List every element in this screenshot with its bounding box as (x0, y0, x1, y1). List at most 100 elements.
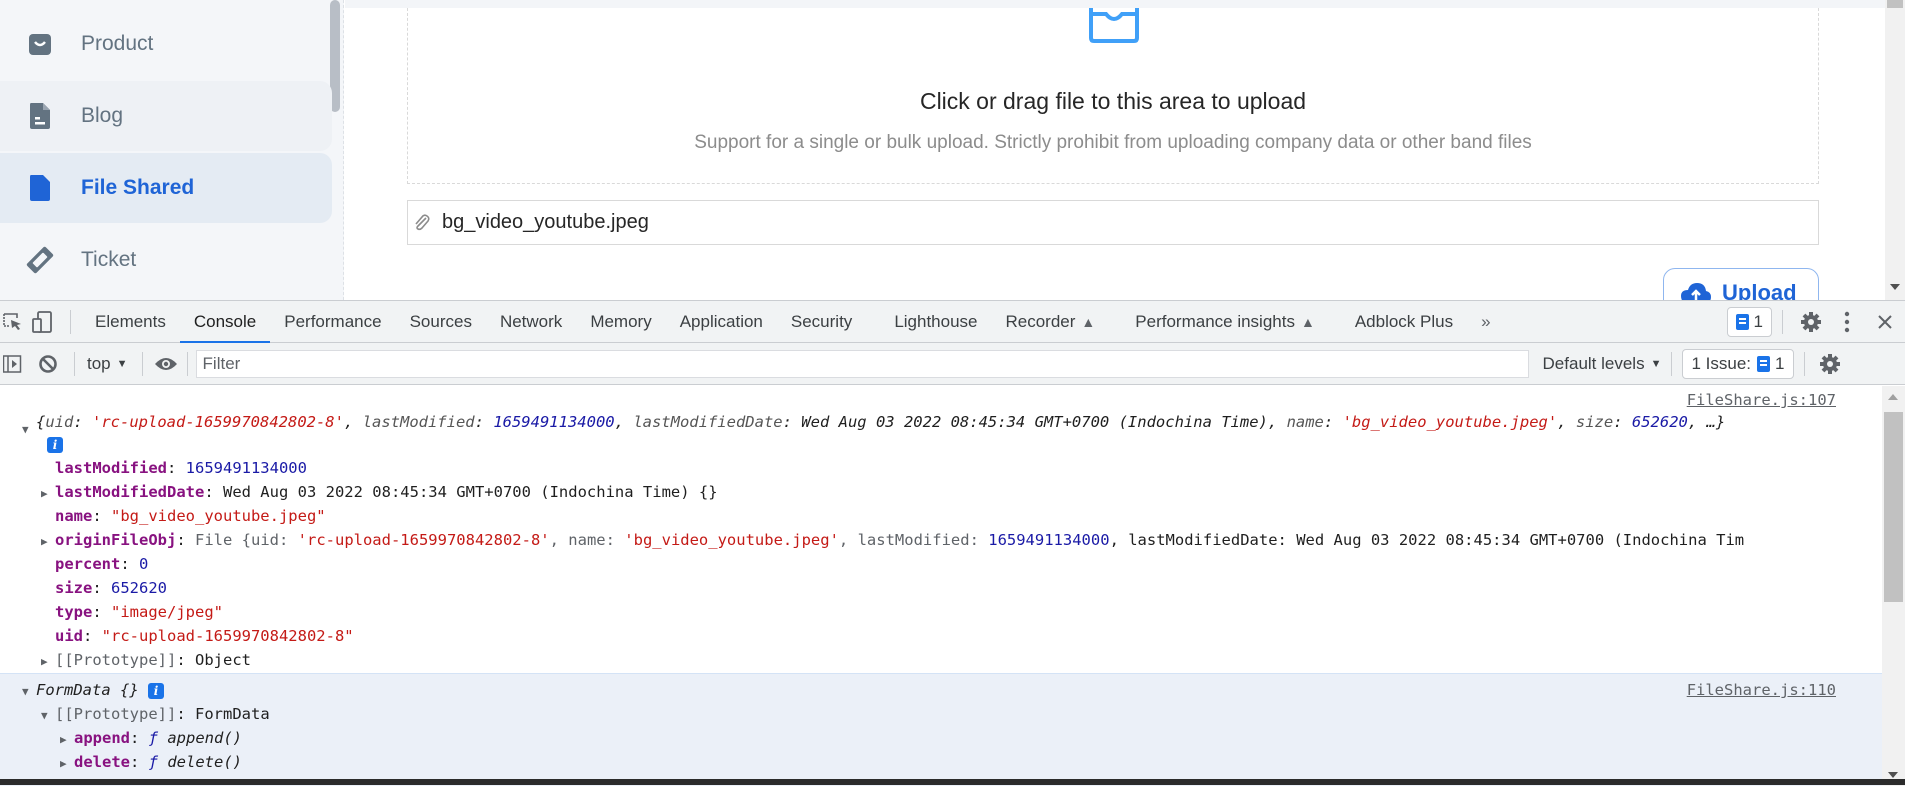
console-scrollbar[interactable] (1882, 386, 1905, 786)
app-window: Product Blog File Shared Ticket Click or… (0, 0, 1905, 300)
tab-security[interactable]: Security (777, 301, 866, 343)
issues-count: 1 (1753, 312, 1763, 331)
tab-label: Recorder (1005, 311, 1076, 331)
object-summary[interactable]: ▼ {uid: 'rc-upload-1659970842802-8', last… (22, 410, 1725, 436)
method-row[interactable]: ▶ delete: ƒ delete() (60, 750, 242, 774)
tab-label: Console (193, 311, 257, 331)
levels-label: Default levels (1542, 353, 1645, 373)
sidebar-item-product[interactable]: Product (0, 9, 332, 79)
formdata-summary[interactable]: ▼ FormData {} i (22, 678, 164, 702)
upload-button[interactable]: Upload (1663, 268, 1819, 300)
tab-label: Memory (590, 311, 652, 331)
expand-arrow-icon[interactable]: ▶ (60, 728, 74, 752)
divider (141, 351, 143, 376)
scroll-down-arrow-icon[interactable] (1890, 284, 1900, 290)
settings-gear-icon[interactable] (1793, 301, 1829, 343)
shopping-bag-icon (25, 29, 55, 59)
expand-arrow-icon[interactable]: ▶ (41, 482, 55, 506)
issues-label: 1 Issue: (1691, 353, 1752, 373)
sidebar-item-blog[interactable]: Blog (0, 81, 332, 151)
tab-memory[interactable]: Memory (576, 301, 665, 343)
tab-lighthouse[interactable]: Lighthouse (880, 301, 991, 343)
property-row[interactable]: ▶ [[Prototype]]: Object (41, 648, 251, 672)
flask-icon: ▲ (1081, 313, 1096, 330)
console-settings-gear-icon[interactable] (1815, 343, 1845, 385)
window-bottom-edge (0, 779, 1905, 785)
tab-label: Network (499, 311, 563, 331)
document-icon (25, 101, 55, 131)
upload-button-label: Upload (1722, 280, 1797, 300)
divider (74, 351, 75, 376)
sidebar-item-ticket[interactable]: Ticket (0, 225, 332, 295)
devtools-tabbar: Elements Console Performance Sources Net… (0, 301, 1905, 344)
property-row[interactable]: ▼ [[Prototype]]: FormData (41, 702, 270, 726)
expand-arrow-icon[interactable]: ▶ (41, 530, 55, 554)
paperclip-icon (412, 213, 432, 233)
divider (186, 351, 188, 376)
tab-recorder[interactable]: Recorder ▲ (992, 301, 1110, 343)
sidebar-item-label: File Shared (81, 176, 195, 199)
method-row[interactable]: ▶ append: ƒ append() (60, 726, 242, 750)
close-devtools-icon[interactable] (1865, 301, 1905, 343)
info-icon[interactable]: i (47, 437, 63, 453)
show-sidebar-icon[interactable] (0, 343, 26, 385)
info-icon[interactable]: i (148, 683, 164, 699)
property-row[interactable]: ▶ lastModifiedDate: Wed Aug 03 2022 08:45… (41, 480, 718, 504)
property-row: percent: 0 (55, 555, 149, 573)
device-toolbar-icon[interactable] (26, 301, 60, 343)
expand-arrow-icon[interactable]: ▼ (41, 704, 55, 728)
tab-elements[interactable]: Elements (81, 301, 180, 343)
expand-arrow-icon[interactable]: ▼ (22, 680, 36, 704)
cloud-upload-icon (1681, 283, 1711, 300)
tab-console[interactable]: Console (179, 301, 271, 344)
property-row[interactable]: ▶ originFileObj: File {uid: 'rc-upload-16… (41, 528, 1744, 552)
expand-arrow-icon[interactable]: ▶ (60, 752, 74, 776)
context-value: top (87, 353, 111, 373)
tab-sources[interactable]: Sources (396, 301, 486, 343)
upload-dropzone[interactable]: Click or drag file to this area to uploa… (407, 8, 1819, 184)
live-expression-eye-icon[interactable] (151, 343, 181, 385)
tab-performance-insights[interactable]: Performance insights ▲ (1121, 301, 1329, 343)
sidebar-item-file-shared[interactable]: File Shared (0, 153, 332, 223)
dropzone-title: Click or drag file to this area to uploa… (919, 88, 1307, 114)
console-scrollbar-thumb[interactable] (1884, 412, 1903, 602)
inspect-element-icon[interactable] (0, 301, 26, 343)
clear-console-icon[interactable] (26, 343, 70, 385)
issues-badge-count: 1 (1775, 353, 1785, 373)
context-selector[interactable]: top ▼ (81, 354, 134, 374)
console-filter-input[interactable]: Filter (195, 349, 1529, 378)
divider (1782, 310, 1783, 334)
scroll-down-arrow-icon[interactable] (1888, 772, 1898, 778)
tab-label: Security (790, 311, 853, 331)
tab-label: Adblock Plus (1354, 311, 1454, 331)
console-message: FileShare.js:110 ▼ FormData {} i ▼ [[Proto… (0, 674, 1882, 786)
tab-label: Performance (284, 311, 382, 331)
issues-counter-button[interactable]: 1 (1726, 307, 1772, 337)
issues-button[interactable]: 1 Issue: 1 (1682, 348, 1794, 379)
dropdown-arrow-icon: ▼ (116, 357, 128, 370)
divider (1671, 351, 1673, 376)
divider (70, 309, 71, 334)
scroll-up-arrow-icon[interactable] (1888, 394, 1898, 400)
tab-network[interactable]: Network (486, 301, 576, 343)
uploaded-file-item[interactable]: bg_video_youtube.jpeg (407, 200, 1819, 245)
expand-arrow-icon[interactable]: ▶ (41, 650, 55, 674)
source-link[interactable]: FileShare.js:110 (1687, 678, 1836, 702)
info-badge[interactable]: i (47, 432, 63, 456)
more-tabs-button[interactable]: » (1467, 301, 1504, 343)
tab-label: Performance insights (1135, 311, 1295, 331)
tab-label: Elements (95, 311, 166, 331)
sidebar-item-label: Ticket (81, 248, 137, 271)
tab-label: Sources (409, 311, 472, 331)
tab-application[interactable]: Application (666, 301, 777, 343)
property-row: lastModified: 1659491134000 (55, 459, 307, 477)
expand-arrow-icon[interactable]: ▼ (22, 418, 36, 442)
tab-adblock-plus[interactable]: Adblock Plus (1341, 301, 1467, 343)
console-filterbar: top ▼ Filter Default levels ▼ 1 Issue: 1 (0, 343, 1905, 385)
log-levels-dropdown[interactable]: Default levels ▼ (1543, 354, 1662, 374)
page-scrollbar-thumb[interactable] (1887, 0, 1903, 8)
more-options-kebab-icon[interactable] (1829, 301, 1865, 343)
tab-performance[interactable]: Performance (270, 301, 395, 343)
page-scrollbar[interactable] (1885, 0, 1905, 300)
source-link[interactable]: FileShare.js:107 (1687, 388, 1836, 412)
